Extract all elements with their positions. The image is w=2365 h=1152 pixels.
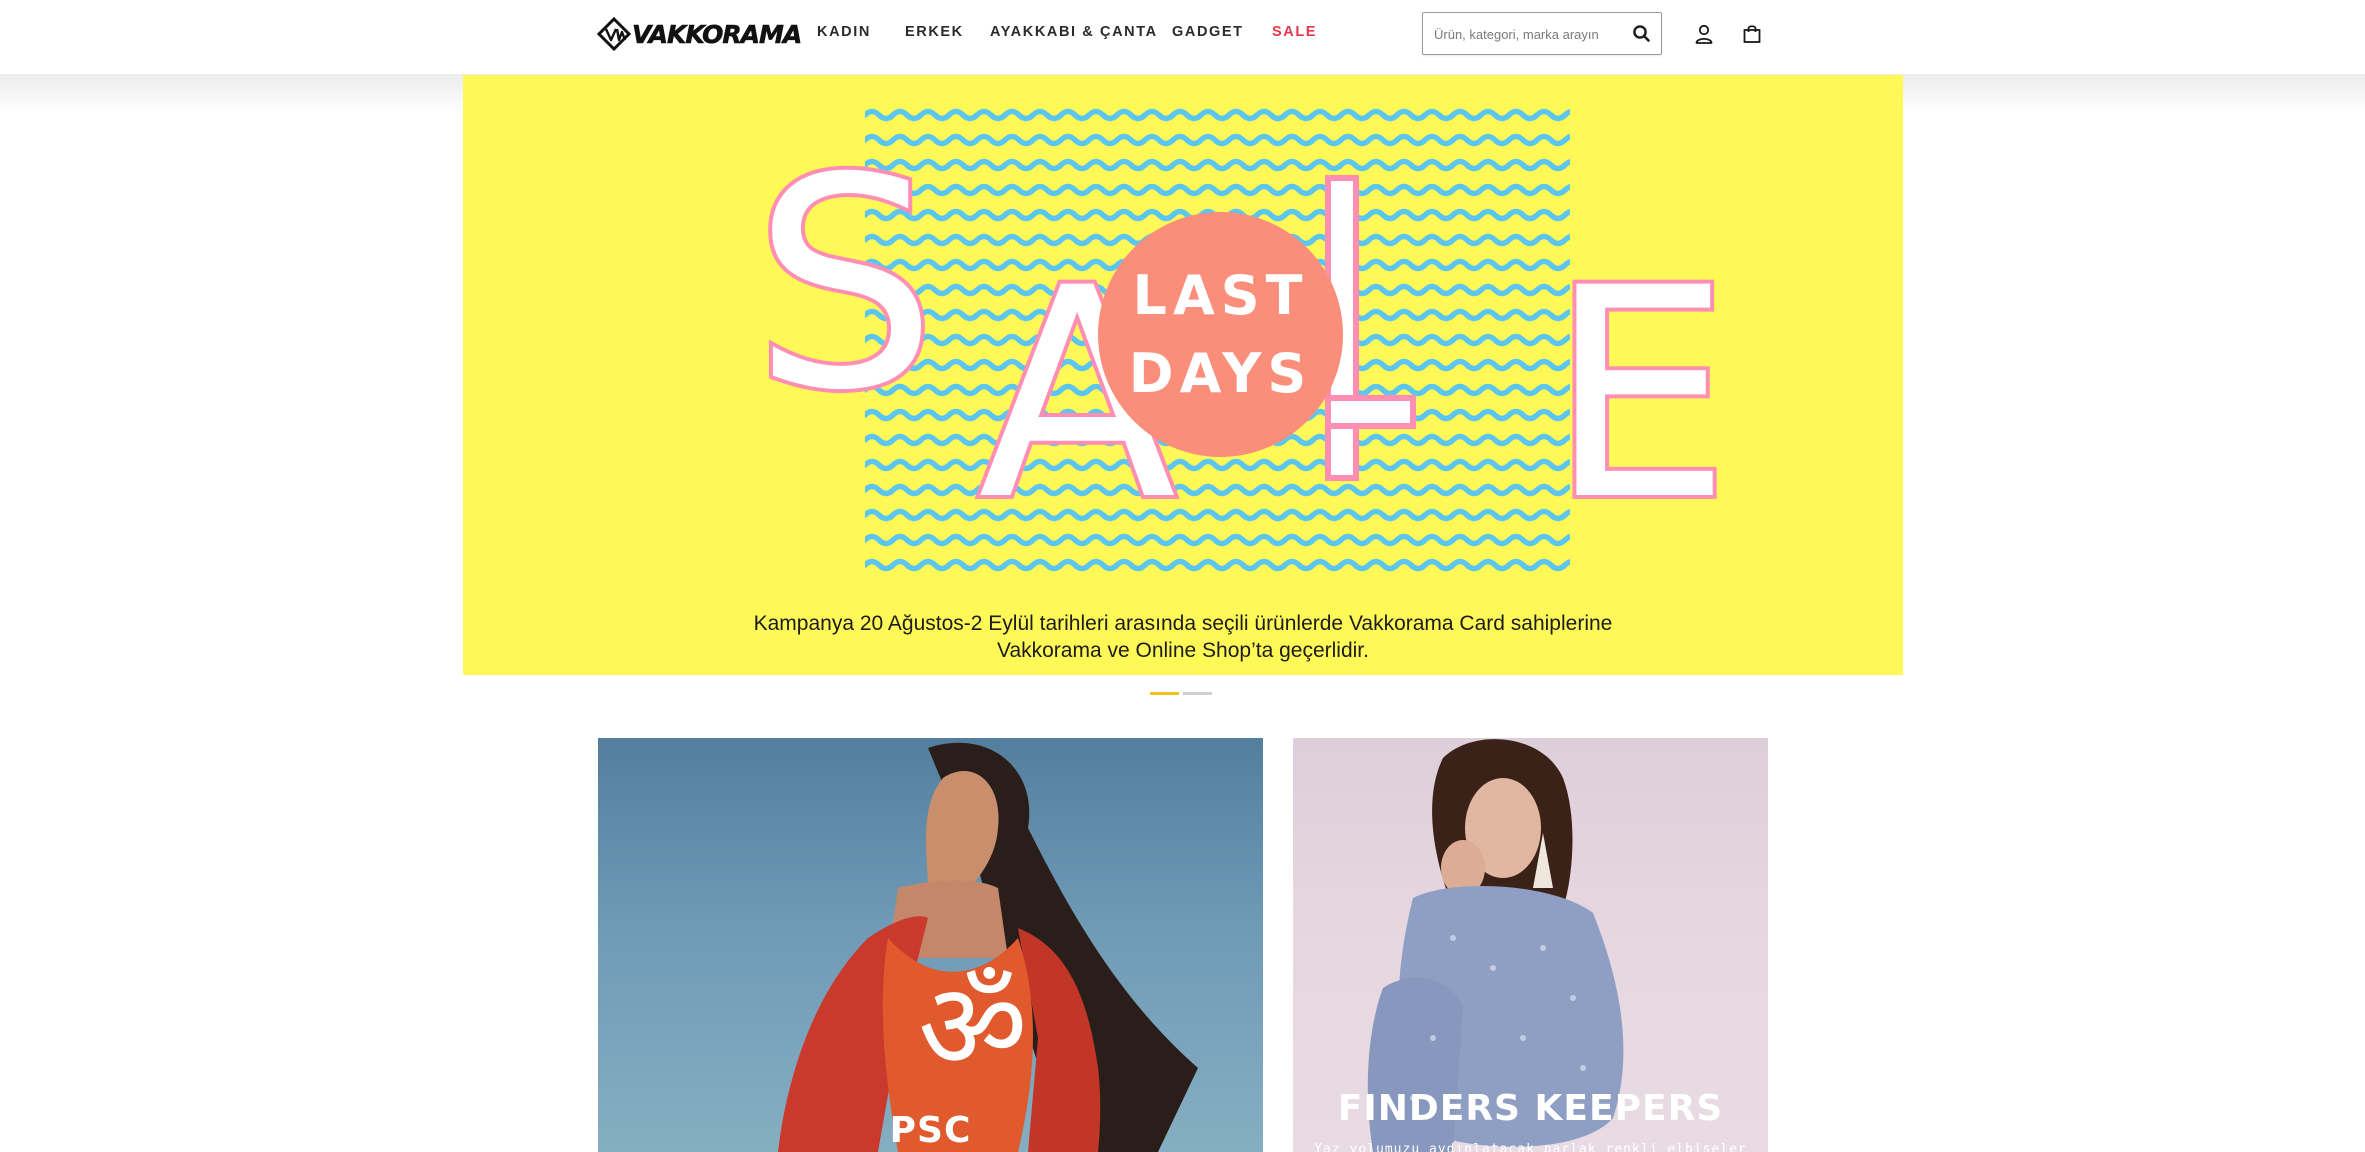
logo-wordmark: VAKKORAMA [632, 19, 803, 49]
nav-item-erkek[interactable]: ERKEK [905, 24, 964, 40]
nav-item-kadin[interactable]: KADIN [817, 24, 871, 40]
nav-item-gadget[interactable]: GADGET [1172, 24, 1244, 40]
wave-line [865, 483, 1570, 497]
slider-dot-2[interactable] [1183, 692, 1212, 695]
sale-letter-e: E [1548, 227, 1731, 564]
hero-caption: Kampanya 20 Ağustos-2 Eylül tarihleri ar… [463, 610, 1903, 664]
wave-line [865, 458, 1570, 472]
category-tile-psc[interactable]: ॐ PSC [598, 738, 1263, 1152]
psc-model-image: ॐ [778, 742, 1198, 1152]
user-icon[interactable] [1693, 23, 1715, 45]
wave-line [865, 533, 1570, 547]
category-tile-finders-keepers[interactable]: FINDERS KEEPERS Yaz yolumuzu aydınlataca… [1293, 738, 1768, 1152]
last-days-badge: LAST DAYS [1098, 212, 1343, 457]
tile-title-finders-keepers: FINDERS KEEPERS [1337, 1088, 1724, 1129]
tile-title-psc: PSC [889, 1110, 972, 1151]
logo-emblem-icon [597, 17, 631, 51]
search-box [1422, 12, 1662, 56]
badge-line-2: DAYS [1128, 341, 1313, 405]
site-header: VAKKORAMA KADIN ERKEK AYAKKABI & ÇANTA G… [0, 0, 2365, 74]
slider-dot-1[interactable] [1150, 692, 1179, 695]
hero-caption-line-1: Kampanya 20 Ağustos-2 Eylül tarihleri ar… [753, 612, 1613, 635]
wave-line [865, 133, 1570, 147]
wave-line [865, 183, 1570, 197]
badge-line-1: LAST [1132, 263, 1309, 327]
wave-line [865, 508, 1570, 522]
svg-text:ॐ: ॐ [918, 958, 1027, 1097]
wave-line [865, 158, 1570, 172]
wave-line [865, 558, 1570, 572]
shopping-bag-icon[interactable] [1741, 23, 1763, 45]
search-input[interactable] [1432, 13, 1631, 56]
sale-letter-s: S [753, 117, 937, 454]
wave-line [865, 108, 1570, 122]
tile-subtitle-finders-keepers: Yaz yolumuzu aydınlatacak parlak renkli … [1314, 1142, 1747, 1152]
nav-item-ayakkabi-canta[interactable]: AYAKKABI & ÇANTA [990, 24, 1158, 40]
hero-caption-line-2: Vakkorama ve Online Shop’ta geçerlidir. [997, 639, 1369, 662]
search-icon[interactable] [1631, 23, 1653, 45]
vakkorama-logo[interactable]: VAKKORAMA [597, 17, 803, 51]
nav-item-sale[interactable]: SALE [1272, 24, 1317, 40]
hero-banner[interactable]: S A E LAST DAYS Kampanya 20 Ağustos-2 Ey… [463, 75, 1903, 675]
